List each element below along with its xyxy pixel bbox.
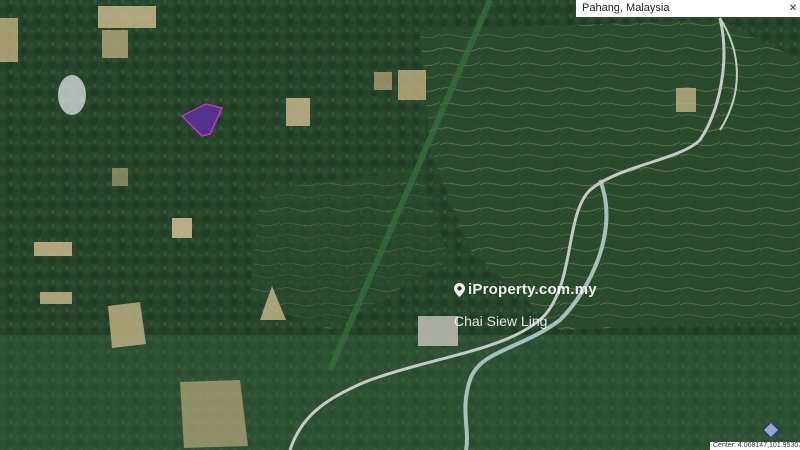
lower-terrain-band (0, 335, 800, 450)
watermark-agent: Chai Siew Ling (454, 312, 548, 329)
location-pin-icon (454, 282, 465, 297)
watermark-logo: iProperty.com.my (454, 281, 597, 298)
center-coordinates: Center: 4.068147,101.953078 (710, 442, 800, 450)
location-label: Pahang, Malaysia (582, 2, 670, 14)
government-seal-icon (764, 423, 778, 437)
watermark-brand: iProperty.com.my (468, 281, 597, 298)
close-button[interactable]: ✕ (786, 0, 800, 17)
cloud (58, 75, 86, 115)
close-icon: ✕ (788, 3, 798, 14)
watermark: iProperty.com.my Chai Siew Ling (454, 281, 597, 329)
satellite-map[interactable] (0, 0, 800, 450)
location-label-box: Pahang, Malaysia (576, 0, 800, 17)
